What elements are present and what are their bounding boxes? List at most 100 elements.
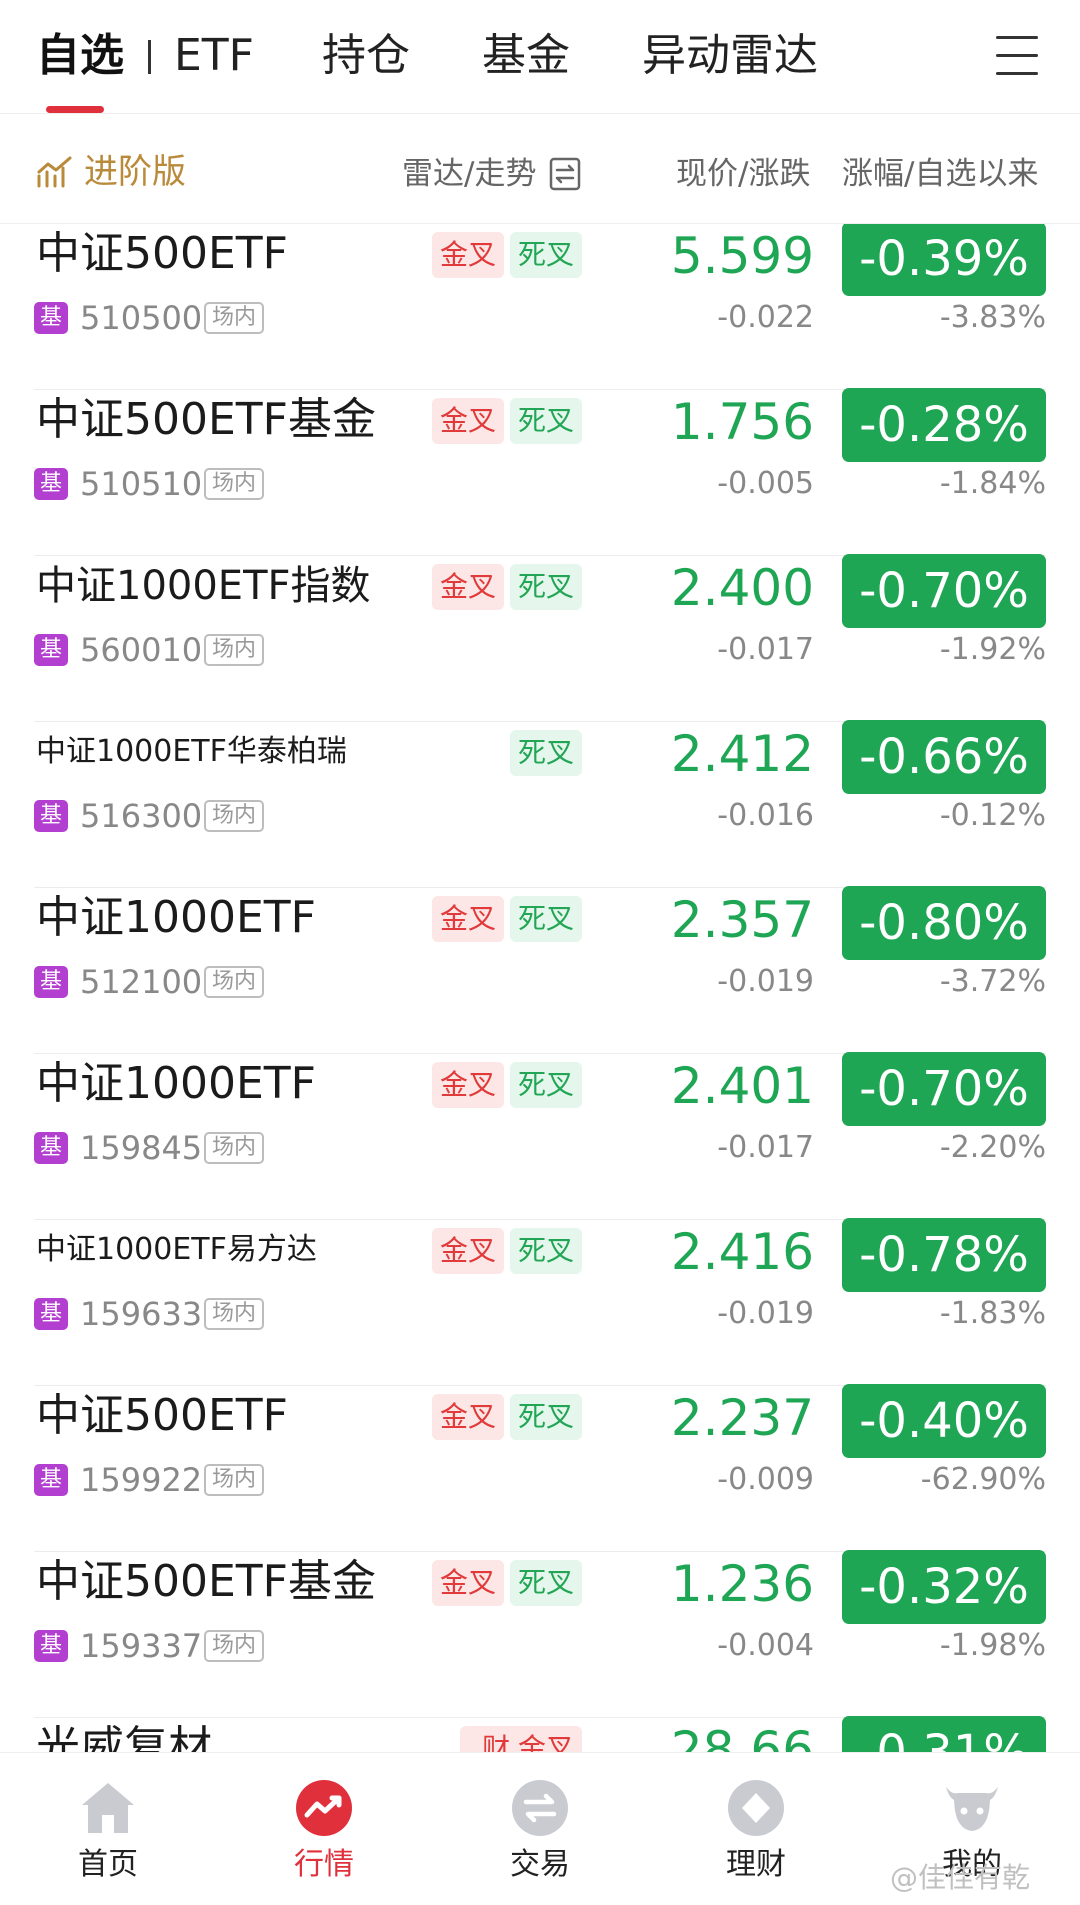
trade-swap-icon xyxy=(512,1780,568,1836)
fund-tag: 基 xyxy=(34,1298,68,1330)
price-change: -0.004 xyxy=(717,1628,814,1663)
nav-home[interactable]: 首页 xyxy=(28,1753,188,1905)
tab-watchlist[interactable]: 自选 xyxy=(36,28,124,84)
percent-change-badge[interactable]: -0.40% xyxy=(842,1384,1046,1458)
change-since-added: -1.84% xyxy=(939,466,1046,501)
price-change: -0.022 xyxy=(717,300,814,335)
change-since-added: -1.92% xyxy=(939,632,1046,667)
golden-cross-badge: 金叉 xyxy=(432,232,504,278)
table-row[interactable]: 中证1000ETF 金叉 死叉 基 159845 场内 2.401 -0.017… xyxy=(0,1052,1080,1220)
home-icon xyxy=(82,1783,134,1833)
golden-cross-badge: 金叉 xyxy=(432,1062,504,1108)
table-row[interactable]: 中证1000ETF 金叉 死叉 基 512100 场内 2.357 -0.019… xyxy=(0,886,1080,1054)
tab-etf[interactable]: ETF xyxy=(174,28,254,84)
watchlist: 中证500ETF 金叉 死叉 基 510500 场内 5.599 -0.022 … xyxy=(0,224,1080,1752)
current-price: 28.66 xyxy=(670,1721,814,1752)
security-name: 中证1000ETF华泰柏瑞 xyxy=(36,734,347,769)
death-cross-badge: 死叉 xyxy=(510,1560,582,1606)
price-change: -0.009 xyxy=(717,1462,814,1497)
golden-cross-badge: 金叉 xyxy=(510,1726,582,1752)
change-since-added: -3.83% xyxy=(939,300,1046,335)
tab-holdings[interactable]: 持仓 xyxy=(322,28,410,84)
percent-change-badge[interactable]: -0.66% xyxy=(842,720,1046,794)
percent-change-badge[interactable]: -0.39% xyxy=(842,224,1046,296)
trend-chart-icon xyxy=(37,156,72,188)
security-code: 159633 xyxy=(80,1295,203,1333)
current-price: 2.412 xyxy=(670,725,814,783)
table-row[interactable]: 中证500ETF基金 金叉 死叉 基 510510 场内 1.756 -0.00… xyxy=(0,388,1080,556)
list-column-header: 进阶版 雷达/走势 现价/涨跌 涨幅/自选以来 xyxy=(0,114,1080,224)
market-tag: 场内 xyxy=(204,1132,264,1164)
fund-tag: 基 xyxy=(34,1464,68,1496)
percent-change-badge[interactable]: -0.32% xyxy=(842,1550,1046,1624)
security-code: 159337 xyxy=(80,1627,203,1665)
death-cross-badge: 死叉 xyxy=(510,1228,582,1274)
security-name: 中证500ETF xyxy=(36,1390,288,1441)
market-tag: 场内 xyxy=(204,634,264,666)
table-row[interactable]: 中证1000ETF易方达 金叉 死叉 基 159633 场内 2.416 -0.… xyxy=(0,1218,1080,1386)
percent-change-badge[interactable]: -0.28% xyxy=(842,388,1046,462)
pro-version-toggle[interactable]: 进阶版 xyxy=(36,152,186,192)
column-switch-icon[interactable] xyxy=(549,157,581,191)
death-cross-badge: 死叉 xyxy=(510,896,582,942)
security-code: 516300 xyxy=(80,797,203,835)
security-code: 512100 xyxy=(80,963,203,1001)
market-tag: 场内 xyxy=(204,966,264,998)
death-cross-badge: 死叉 xyxy=(510,232,582,278)
security-name: 中证500ETF xyxy=(36,228,288,279)
radar-trend-column-header[interactable]: 雷达/走势 xyxy=(402,154,536,194)
golden-cross-badge: 金叉 xyxy=(432,1228,504,1274)
percent-change-badge[interactable]: -0.78% xyxy=(842,1218,1046,1292)
price-change: -0.016 xyxy=(717,798,814,833)
percent-change-badge[interactable]: -0.70% xyxy=(842,554,1046,628)
golden-cross-badge: 金叉 xyxy=(432,1394,504,1440)
nav-wealth-label: 理财 xyxy=(726,1847,786,1882)
fund-tag: 基 xyxy=(34,1132,68,1164)
top-tab-bar: 自选 ETF 持仓 基金 异动雷达 xyxy=(0,0,1080,114)
death-cross-badge: 死叉 xyxy=(510,730,582,776)
golden-cross-badge: 金叉 xyxy=(432,398,504,444)
fund-tag: 基 xyxy=(34,302,68,334)
hamburger-menu-icon[interactable] xyxy=(996,36,1038,76)
change-since-added: -1.98% xyxy=(939,1628,1046,1663)
security-name: 中证1000ETF xyxy=(36,1058,316,1109)
current-price: 5.599 xyxy=(670,227,814,285)
current-price: 2.401 xyxy=(670,1057,814,1115)
change-since-added: -0.12% xyxy=(939,798,1046,833)
pro-version-label: 进阶版 xyxy=(84,152,186,192)
pct-since-column-header[interactable]: 涨幅/自选以来 xyxy=(842,154,1038,194)
nav-wealth[interactable]: 理财 xyxy=(676,1753,836,1905)
fund-tag: 基 xyxy=(34,800,68,832)
price-change-column-header[interactable]: 现价/涨跌 xyxy=(676,154,810,194)
tab-funds[interactable]: 基金 xyxy=(482,28,570,84)
market-tag: 场内 xyxy=(204,1298,264,1330)
percent-change-badge[interactable]: -0.31% xyxy=(842,1716,1046,1752)
change-since-added: -62.90% xyxy=(920,1462,1046,1497)
table-row[interactable]: 中证1000ETF指数 金叉 死叉 基 560010 场内 2.400 -0.0… xyxy=(0,554,1080,722)
percent-change-badge[interactable]: -0.80% xyxy=(842,886,1046,960)
security-name: 中证1000ETF指数 xyxy=(36,563,371,609)
table-row-partial[interactable]: 光威复材 财 金叉 28.66 -0.31% xyxy=(0,1716,1080,1752)
table-row[interactable]: 中证500ETF 金叉 死叉 基 510500 场内 5.599 -0.022 … xyxy=(0,224,1080,390)
nav-market[interactable]: 行情 xyxy=(244,1753,404,1905)
security-code: 510500 xyxy=(80,299,203,337)
market-tag: 场内 xyxy=(204,468,264,500)
security-code: 159922 xyxy=(80,1461,203,1499)
current-price: 2.400 xyxy=(670,559,814,617)
table-row[interactable]: 中证1000ETF华泰柏瑞 死叉 基 516300 场内 2.412 -0.01… xyxy=(0,720,1080,888)
table-row[interactable]: 中证500ETF基金 金叉 死叉 基 159337 场内 1.236 -0.00… xyxy=(0,1550,1080,1718)
death-cross-badge: 死叉 xyxy=(510,1062,582,1108)
nav-market-label: 行情 xyxy=(294,1847,354,1882)
security-name: 中证500ETF基金 xyxy=(36,394,376,445)
nav-trade[interactable]: 交易 xyxy=(460,1753,620,1905)
security-name: 光威复材 xyxy=(36,1722,212,1752)
golden-cross-badge: 金叉 xyxy=(432,1560,504,1606)
percent-change-badge[interactable]: -0.70% xyxy=(842,1052,1046,1126)
current-price: 2.357 xyxy=(670,891,814,949)
change-since-added: -1.83% xyxy=(939,1296,1046,1331)
tab-anomaly-radar[interactable]: 异动雷达 xyxy=(642,28,818,84)
change-since-added: -3.72% xyxy=(939,964,1046,999)
market-tag: 场内 xyxy=(204,800,264,832)
price-change: -0.017 xyxy=(717,632,814,667)
table-row[interactable]: 中证500ETF 金叉 死叉 基 159922 场内 2.237 -0.009 … xyxy=(0,1384,1080,1552)
